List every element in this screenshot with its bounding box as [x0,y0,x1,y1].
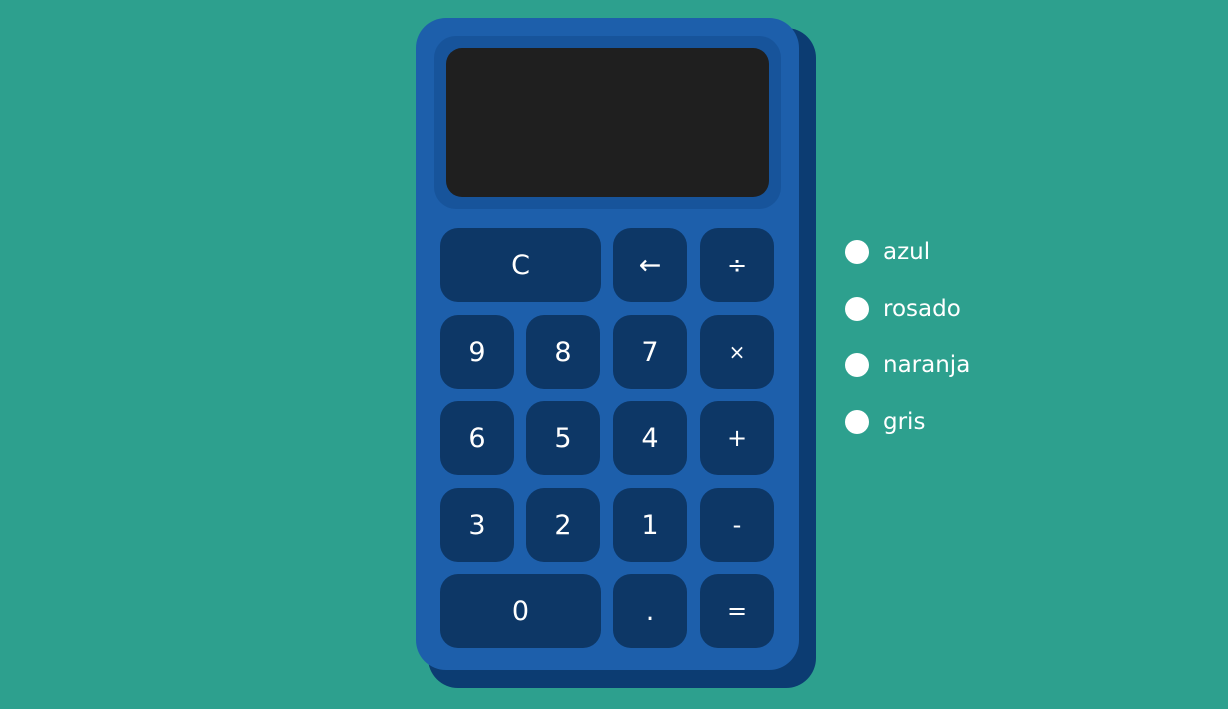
digit-4-button[interactable]: 4 [613,401,687,475]
digit-6-button[interactable]: 6 [440,401,514,475]
theme-label-rosado: rosado [883,295,961,322]
calculator-display [446,48,769,197]
digit-3-button[interactable]: 3 [440,488,514,562]
digit-8-button[interactable]: 8 [526,315,600,389]
backspace-button[interactable]: ← [613,228,687,302]
theme-radio-azul[interactable] [845,240,869,264]
theme-option-azul[interactable]: azul [845,237,970,267]
theme-label-gris: gris [883,408,926,435]
plus-button[interactable]: + [700,401,774,475]
decimal-button[interactable]: . [613,574,687,648]
theme-radio-rosado[interactable] [845,296,869,321]
multiply-button[interactable]: × [700,315,774,389]
theme-selector: azul rosado naranja gris [845,237,970,463]
equals-button[interactable]: = [700,574,774,648]
theme-option-naranja[interactable]: naranja [845,350,970,380]
theme-radio-gris[interactable] [845,409,869,434]
calculator: C ← ÷ 9 8 7 × 6 5 4 + 3 2 1 - 0 . = [416,18,799,670]
theme-option-rosado[interactable]: rosado [845,294,970,324]
theme-option-gris[interactable]: gris [845,407,970,437]
digit-2-button[interactable]: 2 [526,488,600,562]
theme-radio-naranja[interactable] [845,353,869,377]
digit-0-button[interactable]: 0 [440,574,601,648]
display-frame [434,36,781,209]
divide-button[interactable]: ÷ [700,228,774,302]
digit-9-button[interactable]: 9 [440,315,514,389]
minus-button[interactable]: - [700,488,774,562]
digit-7-button[interactable]: 7 [613,315,687,389]
clear-button[interactable]: C [440,228,601,302]
theme-label-naranja: naranja [883,352,971,378]
digit-5-button[interactable]: 5 [526,401,600,475]
theme-label-azul: azul [883,239,931,265]
digit-1-button[interactable]: 1 [613,488,687,562]
